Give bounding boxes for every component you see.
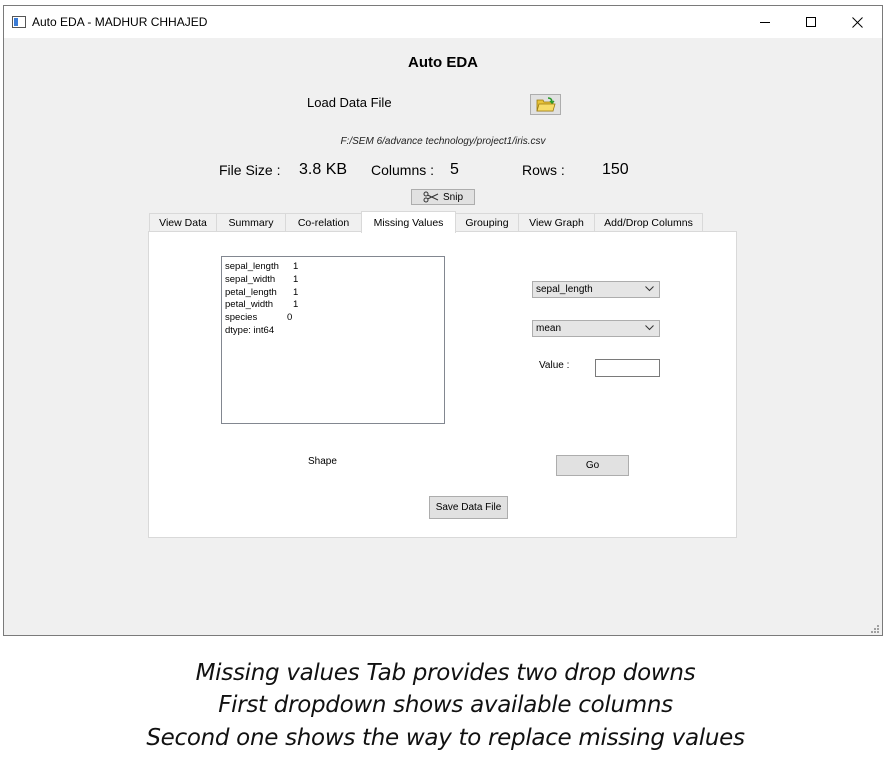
app-heading: Auto EDA: [408, 54, 478, 71]
chevron-down-icon: [645, 323, 654, 334]
open-file-button[interactable]: [530, 94, 561, 115]
list-item: sepal_width 1: [225, 273, 299, 285]
list-item: petal_length 1: [225, 286, 299, 298]
column-dropdown[interactable]: sepal_length: [532, 281, 660, 298]
app-icon: [12, 16, 26, 28]
window-title: Auto EDA - MADHUR CHHAJED: [32, 15, 208, 29]
value-label: Value :: [539, 360, 570, 371]
rows-label: Rows :: [522, 162, 565, 178]
dtype-line: dtype: int64: [225, 324, 275, 336]
method-dropdown-value: mean: [536, 323, 562, 334]
caption-line-2: First dropdown shows available columns: [218, 692, 673, 718]
minimize-button[interactable]: [742, 6, 788, 38]
shape-label: Shape: [308, 456, 337, 467]
tab-view-data[interactable]: View Data: [149, 213, 217, 232]
caption-line-1: Missing values Tab provides two drop dow…: [195, 660, 696, 686]
save-data-file-button[interactable]: Save Data File: [429, 496, 508, 519]
maximize-icon: [805, 16, 816, 27]
tab-co-relation[interactable]: Co-relation: [285, 213, 362, 232]
go-button[interactable]: Go: [556, 455, 629, 476]
column-dropdown-value: sepal_length: [536, 284, 593, 295]
snip-label: Snip: [442, 191, 463, 203]
file-size-label: File Size :: [219, 162, 281, 178]
tab-add-drop-columns[interactable]: Add/Drop Columns: [594, 213, 703, 232]
resize-grip-icon[interactable]: [870, 624, 880, 634]
method-dropdown[interactable]: mean: [532, 320, 660, 337]
list-item: petal_width 1: [225, 299, 299, 311]
tab-missing-values[interactable]: Missing Values: [361, 211, 456, 233]
columns-label: Columns :: [371, 162, 435, 178]
missing-values-output[interactable]: sepal_length 1 sepal_width 1 petal_length 1…: [221, 256, 445, 424]
app-window: Auto EDA - MADHUR CHHAJED Auto EDA Load …: [3, 5, 883, 636]
chevron-down-icon: [645, 284, 654, 295]
maximize-button[interactable]: [788, 6, 834, 38]
load-data-label: Load Data File: [307, 95, 392, 110]
file-path: F:/SEM 6/advance technology/project1/iri…: [340, 136, 546, 147]
list-item: sepal_length 1: [225, 261, 299, 272]
scissors-icon: [423, 191, 439, 203]
missing-values-panel: sepal_length 1 sepal_width 1 petal_length 1…: [148, 231, 737, 538]
snip-button[interactable]: Snip: [411, 189, 475, 205]
columns-value: 5: [450, 161, 459, 178]
tab-grouping[interactable]: Grouping: [455, 213, 519, 232]
caption-line-3: Second one shows the way to replace miss…: [146, 725, 745, 751]
tab-view-graph[interactable]: View Graph: [518, 213, 595, 232]
folder-icon: [535, 97, 556, 112]
tab-summary[interactable]: Summary: [216, 213, 286, 232]
close-button[interactable]: [834, 6, 880, 38]
minimize-icon: [759, 21, 770, 23]
title-bar[interactable]: Auto EDA - MADHUR CHHAJED: [4, 6, 882, 38]
value-input[interactable]: [595, 359, 660, 377]
list-item: species 0: [225, 312, 293, 324]
file-size-value: 3.8 KB: [299, 161, 348, 178]
rows-value: 150: [602, 161, 629, 178]
close-icon: [851, 16, 863, 28]
